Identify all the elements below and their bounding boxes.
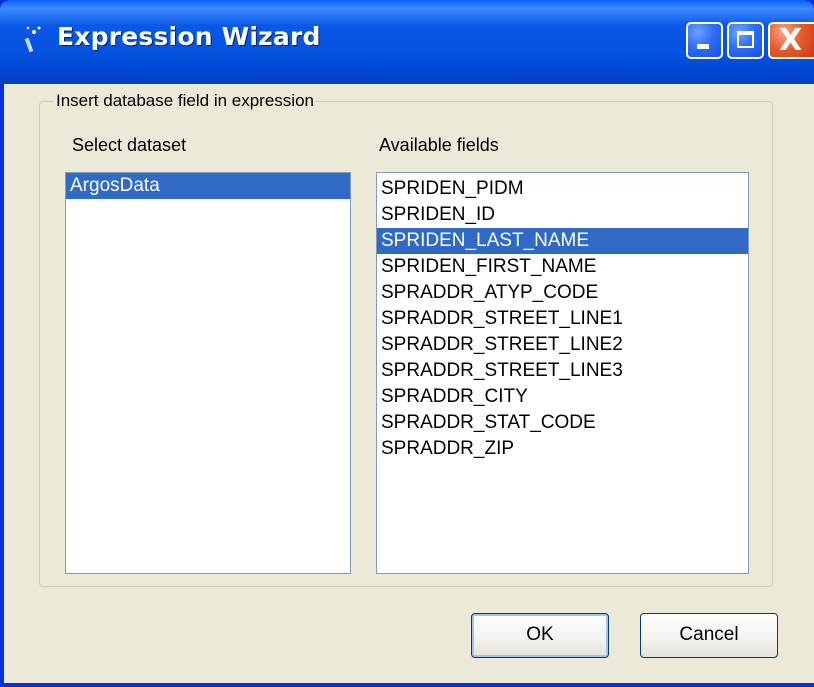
- fields-listbox[interactable]: SPRIDEN_PIDM SPRIDEN_ID SPRIDEN_LAST_NAME S…: [376, 172, 749, 574]
- field-item[interactable]: SPRIDEN_FIRST_NAME: [377, 254, 748, 280]
- field-item[interactable]: SPRADDR_ATYP_CODE: [377, 280, 748, 306]
- field-item[interactable]: SPRIDEN_ID: [377, 202, 748, 228]
- minimize-icon: [697, 44, 709, 49]
- close-icon: X: [779, 23, 803, 58]
- field-item[interactable]: SPRADDR_STREET_LINE3: [377, 358, 748, 384]
- maximize-button[interactable]: [727, 22, 764, 59]
- maximize-icon: [737, 31, 754, 48]
- dialog-body: Insert database field in expression Sele…: [4, 84, 814, 683]
- select-dataset-label: Select dataset: [72, 135, 187, 155]
- window-title: Expression Wizard: [57, 22, 321, 51]
- ok-button[interactable]: OK: [471, 613, 609, 658]
- dataset-listbox[interactable]: ArgosData: [65, 172, 351, 574]
- field-item[interactable]: SPRADDR_STREET_LINE1: [377, 306, 748, 332]
- minimize-button[interactable]: [686, 22, 723, 59]
- cancel-button[interactable]: Cancel: [640, 613, 778, 658]
- dataset-item[interactable]: ArgosData: [66, 173, 350, 199]
- wand-icon: [24, 26, 41, 53]
- field-item[interactable]: SPRIDEN_PIDM: [377, 176, 748, 202]
- field-item[interactable]: SPRADDR_STREET_LINE2: [377, 332, 748, 358]
- title-bar[interactable]: Expression Wizard X: [0, 0, 814, 84]
- field-item[interactable]: SPRIDEN_LAST_NAME: [377, 228, 748, 254]
- expression-wizard-window: Expression Wizard X Insert database fiel…: [0, 0, 814, 687]
- groupbox-label: Insert database field in expression: [54, 91, 316, 111]
- available-fields-label: Available fields: [379, 135, 499, 155]
- field-item[interactable]: SPRADDR_STAT_CODE: [377, 410, 748, 436]
- close-button[interactable]: X: [768, 22, 814, 59]
- field-item[interactable]: SPRADDR_CITY: [377, 384, 748, 410]
- field-item[interactable]: SPRADDR_ZIP: [377, 436, 748, 462]
